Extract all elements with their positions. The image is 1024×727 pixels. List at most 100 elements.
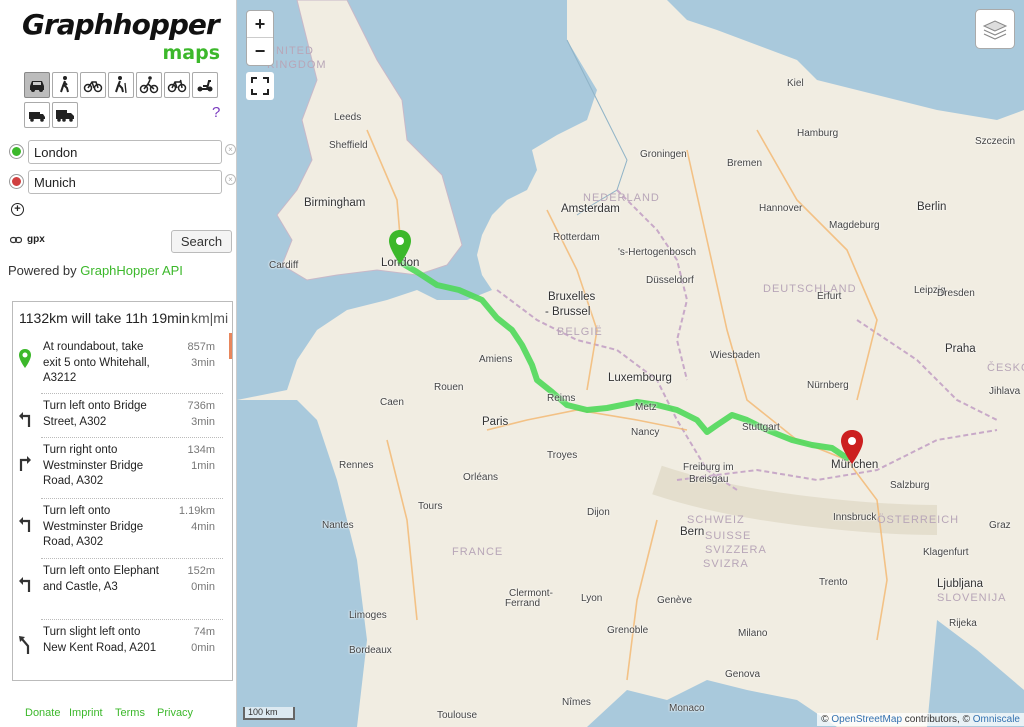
scrollbar[interactable] <box>229 333 232 359</box>
map-label: ÖSTERREICH <box>877 514 960 526</box>
layers-button[interactable] <box>975 9 1015 49</box>
map-label: SLOVENIJA <box>937 592 1007 604</box>
route-instructions-panel: 1132km will take 11h 19min km|mi At roun… <box>12 301 233 681</box>
zoom-in-button[interactable]: + <box>247 11 273 38</box>
clear-from-icon[interactable]: × <box>225 144 236 155</box>
map-label: Milano <box>738 628 768 639</box>
terms-link[interactable]: Terms <box>115 707 145 719</box>
fullscreen-button[interactable] <box>246 72 274 100</box>
instruction-text: Turn left onto Bridge Street, A302 <box>43 400 147 428</box>
bike-button[interactable] <box>80 72 106 98</box>
divider <box>41 558 223 559</box>
add-waypoint-icon[interactable]: + <box>11 203 24 216</box>
scale-bar: 100 km <box>243 707 295 720</box>
map-label: Amiens <box>479 354 513 365</box>
osm-link[interactable]: OpenStreetMap <box>831 714 902 725</box>
link-icon <box>10 236 22 243</box>
gpx-export[interactable]: gpx <box>10 234 45 245</box>
end-marker-icon[interactable] <box>840 430 864 466</box>
map-label: Genève <box>657 595 693 606</box>
distance-value: 1.19km <box>178 505 215 517</box>
scooter-button[interactable] <box>192 72 218 98</box>
search-button[interactable]: Search <box>171 230 232 253</box>
map-label: SVIZZERA <box>705 544 767 556</box>
map-label: Sheffield <box>329 140 368 151</box>
powered-prefix: Powered by <box>8 263 77 278</box>
powered-by: Powered by GraphHopper API <box>8 263 183 278</box>
units-toggle[interactable]: km|mi <box>191 310 228 326</box>
map-label: Birmingham <box>304 197 366 209</box>
logo[interactable]: Graphhopper maps <box>22 8 222 68</box>
layers-icon <box>982 20 1008 40</box>
map-label: DEUTSCHLAND <box>763 283 857 295</box>
map-label: SCHWEIZ <box>687 514 745 526</box>
logo-main-text: Graphhopper <box>22 8 220 41</box>
car-button[interactable] <box>24 72 50 98</box>
distance-value: 857m <box>187 341 215 353</box>
map-label: Salzburg <box>890 480 930 491</box>
zoom-control: + − <box>246 10 274 66</box>
map-label: Reims <box>547 393 576 404</box>
foot-button[interactable] <box>52 72 78 98</box>
map-label: Rennes <box>339 460 374 471</box>
map-label: Nancy <box>631 427 660 438</box>
map[interactable]: Leeds Sheffield Birmingham Cardiff Londo… <box>237 0 1024 727</box>
map-label: Rijeka <box>949 618 977 629</box>
map-label: Jihlava <box>989 386 1021 397</box>
map-label: FRANCE <box>452 546 504 558</box>
car-icon <box>30 81 44 92</box>
map-label: NEDERLAND <box>583 192 660 204</box>
map-label: Graz <box>989 520 1011 531</box>
imprint-link[interactable]: Imprint <box>69 707 103 719</box>
donate-link[interactable]: Donate <box>25 707 60 719</box>
hike-button[interactable] <box>108 72 134 98</box>
time-value: 3min <box>191 415 215 428</box>
truck-button[interactable] <box>52 102 78 128</box>
map-label: - Brussel <box>545 306 591 318</box>
graphhopper-api-link[interactable]: GraphHopper API <box>80 263 183 278</box>
map-label: 's-Hertogenbosch <box>618 247 697 258</box>
clear-to-icon[interactable]: × <box>225 174 236 185</box>
time-value: 1min <box>191 459 215 472</box>
racingbike-button[interactable] <box>164 72 190 98</box>
map-label: Bruxelles <box>548 291 596 303</box>
map-label: Troyes <box>547 450 578 461</box>
map-label: Bern <box>680 526 705 538</box>
help-link[interactable]: ? <box>212 104 220 121</box>
time-value: 4min <box>191 520 215 533</box>
hike-icon <box>115 76 127 94</box>
zoom-out-button[interactable]: − <box>247 38 273 65</box>
fullscreen-icon <box>251 77 269 95</box>
map-label: Lyon <box>581 593 603 604</box>
map-label: Berlin <box>917 201 947 213</box>
from-input[interactable] <box>28 140 222 164</box>
walk-icon <box>60 76 69 93</box>
turn-right-icon <box>17 451 33 473</box>
map-label: Bordeaux <box>349 645 392 656</box>
small-truck-button[interactable] <box>24 102 50 128</box>
bike-icon <box>83 81 103 93</box>
map-label: Caen <box>380 397 404 408</box>
omniscale-link[interactable]: Omniscale <box>973 714 1020 725</box>
time-value: 0min <box>191 641 215 654</box>
map-label: Groningen <box>640 149 687 160</box>
truck-icon <box>56 110 74 122</box>
map-label: Monaco <box>669 703 705 714</box>
to-input[interactable] <box>28 170 222 194</box>
map-label: Trento <box>819 577 848 588</box>
map-label: Rotterdam <box>553 232 600 243</box>
instruction-distance: 1.19km 4min <box>163 504 215 535</box>
slight-left-icon <box>17 633 33 655</box>
map-label: Nantes <box>322 520 354 531</box>
map-label: Orléans <box>463 472 499 483</box>
map-label: Praha <box>945 343 976 355</box>
map-label: Hamburg <box>797 128 839 139</box>
map-label: Ljubljana <box>937 578 984 590</box>
mtb-button[interactable] <box>136 72 162 98</box>
map-label: Cardiff <box>269 260 299 271</box>
start-marker-icon[interactable] <box>388 230 412 266</box>
privacy-link[interactable]: Privacy <box>157 707 193 719</box>
attribution-prefix: © <box>821 714 829 725</box>
map-label: Paris <box>482 416 509 428</box>
distance-value: 74m <box>193 626 215 638</box>
